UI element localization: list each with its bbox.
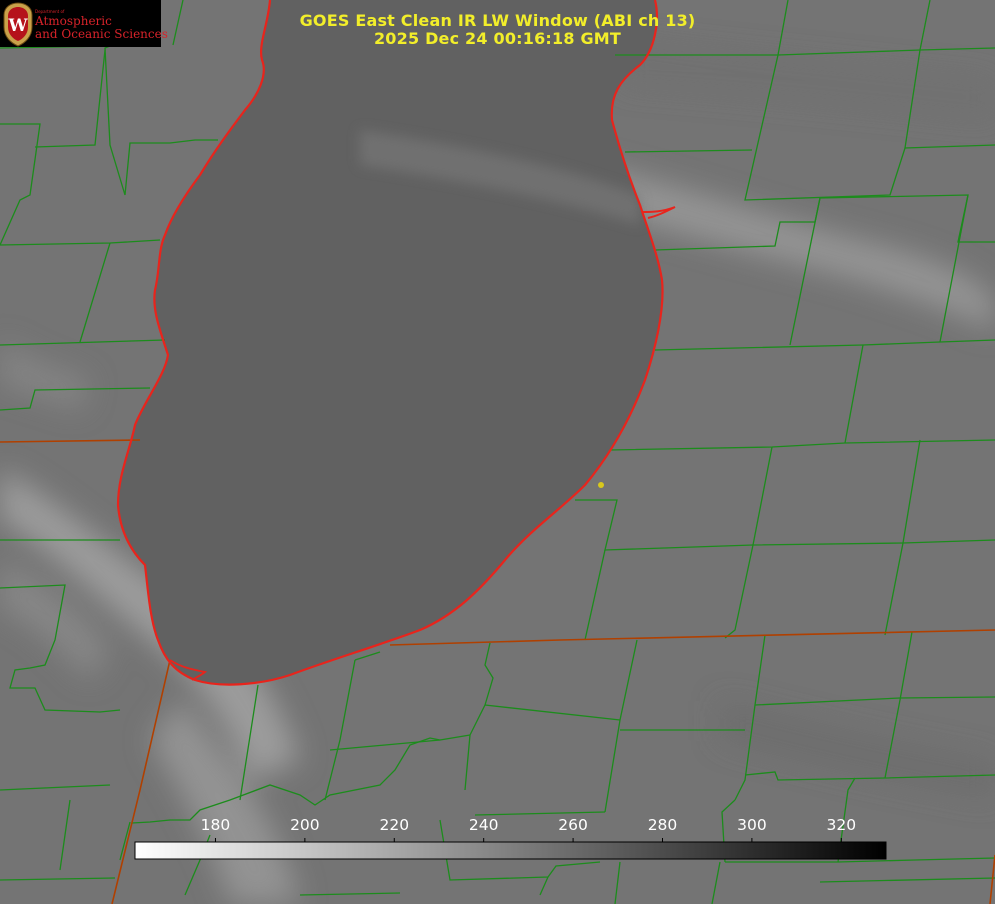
ir-satellite-map: 180 200 220 240 260 280 300 320 bbox=[0, 0, 995, 904]
colorbar-gradient bbox=[134, 841, 887, 860]
colorbar-tick-label: 320 bbox=[827, 816, 857, 834]
colorbar-tick-label: 180 bbox=[201, 816, 231, 834]
uw-crest-icon: W bbox=[3, 2, 33, 47]
svg-text:W: W bbox=[7, 16, 28, 36]
aos-logo: W Department of Atmospheric and Oceanic … bbox=[0, 0, 168, 47]
logo-text-line2: and Oceanic Sciences bbox=[35, 27, 168, 41]
satellite-image-viewer: 180 200 220 240 260 280 300 320 GOES East Clean… bbox=[0, 0, 995, 904]
colorbar-tick-label: 200 bbox=[290, 816, 320, 834]
colorbar-tick-label: 300 bbox=[737, 816, 767, 834]
colorbar-tick-label: 240 bbox=[469, 816, 499, 834]
colorbar-tick-label: 220 bbox=[379, 816, 409, 834]
colorbar-tick-label: 260 bbox=[558, 816, 588, 834]
logo-text-line1: Atmospheric bbox=[35, 14, 112, 28]
colorbar-tick-label: 280 bbox=[648, 816, 678, 834]
city-dot-icon bbox=[598, 482, 604, 488]
